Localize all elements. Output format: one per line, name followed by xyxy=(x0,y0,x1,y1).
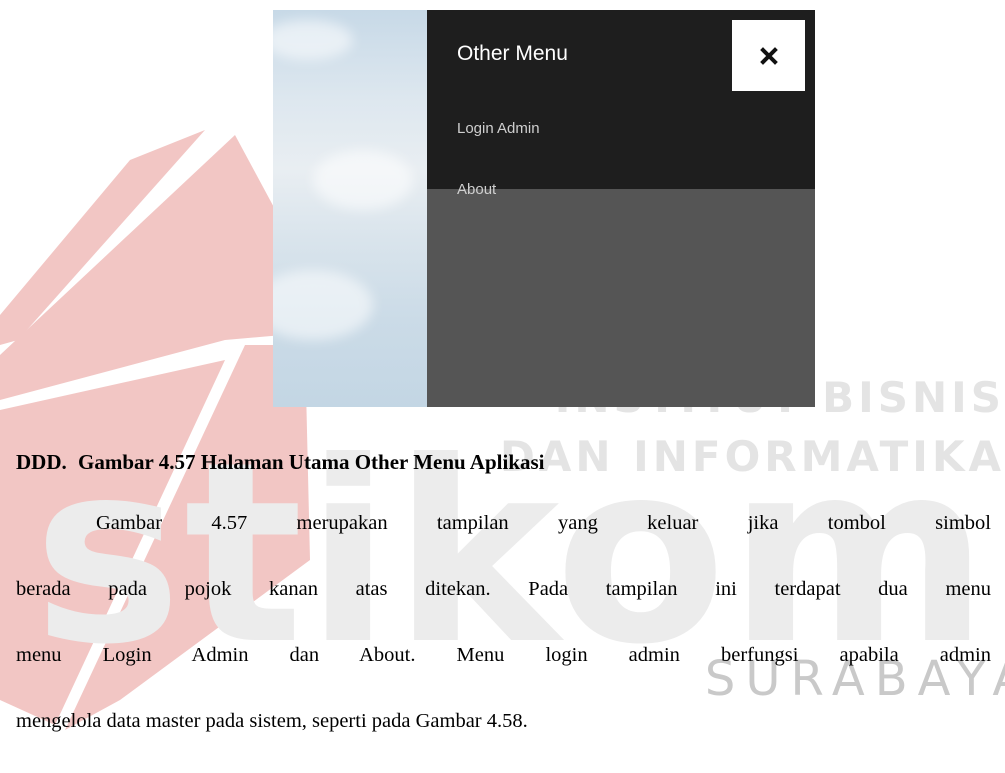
figure-caption: DDD. Gambar 4.57 Halaman Utama Other Menu… xyxy=(16,450,545,475)
paragraph-line: menu Login Admin dan About. Menu login a… xyxy=(16,644,991,666)
menu-screenshot: Other Menu Login Admin About xyxy=(273,10,815,407)
close-x-icon xyxy=(759,46,778,65)
menu-item-about[interactable]: About xyxy=(457,181,496,198)
document-page: INSTITUT BISNIS DAN INFORMATIKA stikom S… xyxy=(0,0,1005,773)
background-sky-image xyxy=(273,10,427,407)
paragraph-line: mengelola data master pada sistem, seper… xyxy=(16,710,528,732)
caption-text: Gambar 4.57 Halaman Utama Other Menu Apl… xyxy=(78,450,545,474)
paragraph-line: berada pada pojok kanan atas ditekan. Pa… xyxy=(16,578,991,600)
close-button[interactable] xyxy=(732,20,805,91)
caption-marker: DDD. xyxy=(16,450,67,474)
other-menu-panel: Other Menu Login Admin About xyxy=(427,10,815,407)
menu-title: Other Menu xyxy=(457,42,568,65)
paragraph-line: Gambar 4.57 merupakan tampilan yang kelu… xyxy=(96,512,991,534)
watermark-line-2: DAN INFORMATIKA xyxy=(500,432,1005,481)
menu-item-login-admin[interactable]: Login Admin xyxy=(457,120,540,137)
